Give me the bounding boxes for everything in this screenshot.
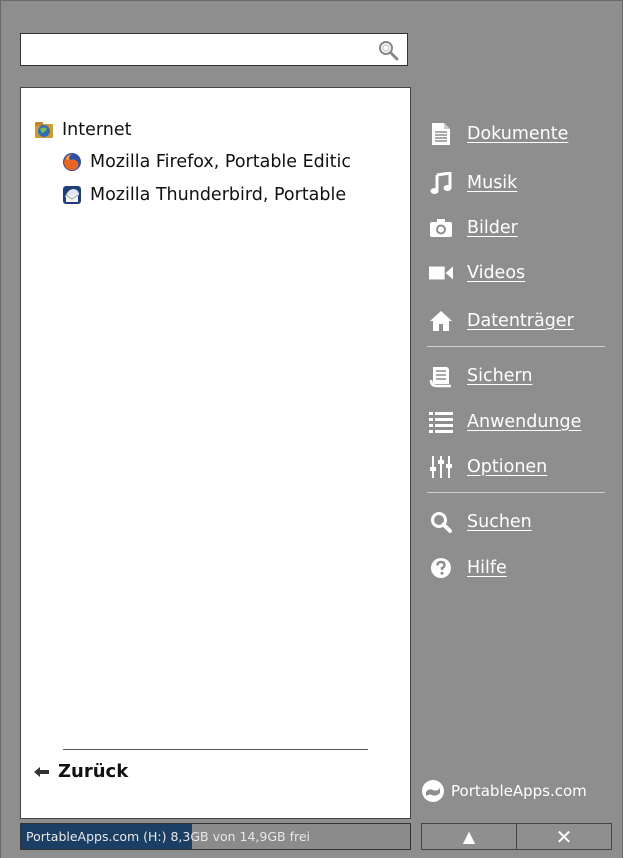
thunderbird-icon (63, 186, 81, 204)
sidebar-item-label: Videos (467, 263, 526, 283)
tree-item-label: Mozilla Firefox, Portable Editic (90, 152, 351, 172)
back-button[interactable]: Zurück (34, 761, 128, 782)
search-input[interactable] (27, 36, 371, 66)
firefox-icon (63, 153, 81, 171)
portableapps-menu-window: Internet Mozilla Firefox, Portable Editi… (0, 0, 623, 858)
sliders-icon (429, 455, 453, 479)
portableapps-logo-icon (422, 780, 444, 802)
portableapps-brand[interactable]: PortableApps.com (421, 779, 587, 803)
brand-label: PortableApps.com (451, 782, 587, 800)
sidebar-item-label: Musik (467, 173, 518, 193)
app-list-panel: Internet Mozilla Firefox, Portable Editi… (20, 87, 411, 819)
eject-icon: ▲ (462, 827, 476, 846)
eject-button[interactable]: ▲ (421, 823, 517, 850)
list-icon (429, 410, 453, 434)
close-icon: ✕ (555, 824, 573, 849)
sidebar-item-videos[interactable]: Videos (421, 257, 623, 289)
magnifier-icon[interactable] (377, 39, 399, 61)
sidebar-item-label: Datenträger (467, 311, 574, 331)
sidebar-item-label: Optionen (467, 457, 548, 477)
sidebar-item-label: Sichern (467, 366, 533, 386)
sidebar-item-dokumente[interactable]: Dokumente (421, 118, 623, 150)
sidebar-divider (427, 492, 605, 493)
back-divider (63, 749, 368, 750)
sidebar-item-label: Dokumente (467, 124, 569, 144)
close-button[interactable]: ✕ (516, 823, 612, 850)
drive-status-bar: PortableApps.com (H:) 8,3GB von 14,9GB f… (20, 823, 411, 850)
sidebar-item-hilfe[interactable]: Hilfe (421, 552, 623, 584)
back-arrow-icon (34, 766, 49, 777)
sidebar-divider (427, 346, 605, 347)
video-icon (429, 261, 453, 285)
folder-globe-icon (35, 122, 53, 138)
search-icon (429, 510, 453, 534)
camera-icon (429, 216, 453, 240)
tree-folder-label: Internet (62, 120, 132, 140)
search-box[interactable] (20, 33, 408, 66)
backup-icon (429, 364, 453, 388)
sidebar-item-optionen[interactable]: Optionen (421, 451, 623, 483)
sidebar-item-musik[interactable]: Musik (421, 167, 623, 199)
sidebar-item-datentraeger[interactable]: Datenträger (421, 305, 623, 337)
music-icon (429, 171, 453, 195)
sidebar-item-label: Anwendunge (467, 412, 582, 432)
sidebar-item-suchen[interactable]: Suchen (421, 506, 623, 538)
drive-status-text: PortableApps.com (H:) 8,3GB von 14,9GB f… (26, 829, 311, 844)
sidebar-item-label: Bilder (467, 218, 518, 238)
sidebar-item-label: Suchen (467, 512, 532, 532)
sidebar-item-sichern[interactable]: Sichern (421, 360, 623, 392)
document-icon (429, 122, 453, 146)
sidebar-item-label: Hilfe (467, 558, 507, 578)
tree-item-thunderbird[interactable]: Mozilla Thunderbird, Portable (62, 185, 346, 205)
home-icon (429, 309, 453, 333)
tree-item-label: Mozilla Thunderbird, Portable (90, 185, 347, 205)
sidebar-item-anwendungen[interactable]: Anwendunge (421, 406, 623, 438)
tree-folder-internet[interactable]: Internet (34, 120, 132, 140)
back-label: Zurück (58, 761, 129, 782)
help-icon (429, 556, 453, 580)
tree-item-firefox[interactable]: Mozilla Firefox, Portable Editic (62, 152, 351, 172)
sidebar-item-bilder[interactable]: Bilder (421, 212, 623, 244)
